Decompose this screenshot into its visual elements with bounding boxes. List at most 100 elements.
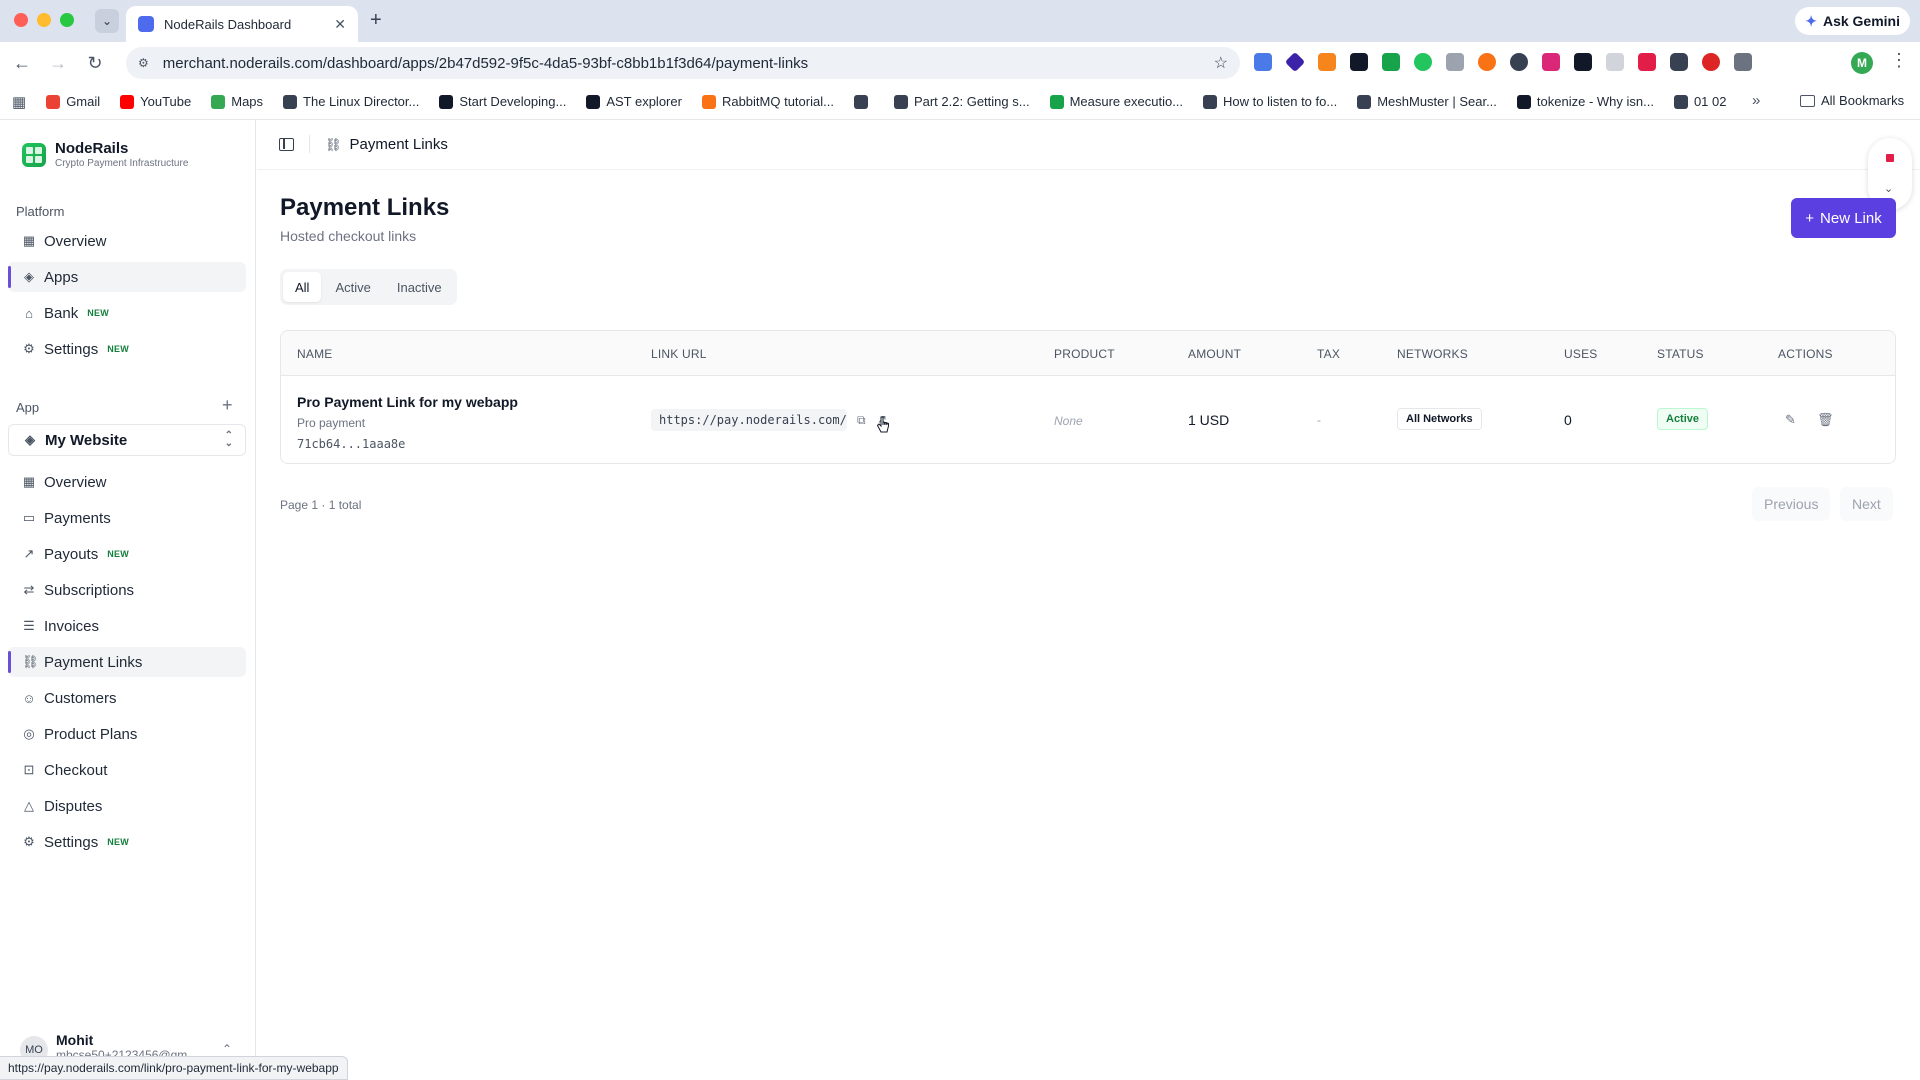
more-bookmarks-icon[interactable]: » — [1752, 92, 1760, 109]
tab-title: NodeRails Dashboard — [164, 16, 292, 32]
sidebar-app-item-subscriptions[interactable]: ⇄ Subscriptions — [8, 575, 246, 605]
reload-icon[interactable]: ↻ — [84, 52, 106, 74]
bookmark-item[interactable] — [853, 94, 874, 109]
bookmark-item[interactable]: AST explorer — [586, 94, 682, 109]
filter-tab-active[interactable]: Active — [323, 272, 382, 302]
bookmark-item[interactable]: Part 2.2: Getting s... — [893, 94, 1030, 109]
address-bar[interactable]: ⚙ merchant.noderails.com/dashboard/apps/… — [126, 47, 1240, 79]
window-close-button[interactable] — [14, 13, 28, 27]
chevron-down-icon: ⌄ — [101, 14, 113, 28]
sidebar-toggle-icon[interactable] — [279, 138, 294, 151]
window-maximize-button[interactable] — [60, 13, 74, 27]
extension-icon[interactable] — [1670, 53, 1688, 71]
table-row[interactable]: Pro Payment Link for my webapp Pro payme… — [281, 376, 1895, 463]
new-tab-button[interactable]: + — [370, 10, 382, 30]
all-bookmarks-button[interactable]: All Bookmarks — [1800, 93, 1904, 108]
extension-icon[interactable] — [1574, 53, 1592, 71]
nav-label: Payouts — [44, 545, 99, 563]
filter-tab-all[interactable]: All — [283, 272, 322, 302]
next-page-button[interactable]: Next — [1840, 487, 1893, 521]
bookmark-item[interactable]: RabbitMQ tutorial... — [701, 94, 834, 109]
sidebar-app-item-payment-links[interactable]: ⛓ Payment Links — [8, 647, 246, 677]
apps-grid-icon[interactable]: ▦ — [12, 93, 26, 111]
bookmark-item[interactable]: MeshMuster | Sear... — [1357, 94, 1497, 109]
address-url[interactable]: merchant.noderails.com/dashboard/apps/2b… — [163, 55, 1214, 72]
app-selector[interactable]: ◈ My Website ⌃ ⌄ — [8, 424, 246, 456]
previous-page-button[interactable]: Previous — [1752, 487, 1831, 521]
bookmark-star-icon[interactable]: ☆ — [1214, 53, 1228, 73]
forward-arrow-icon[interactable]: → — [47, 52, 69, 74]
window-minimize-button[interactable] — [37, 13, 51, 27]
bookmark-favicon-icon — [1203, 94, 1218, 109]
extension-icon[interactable] — [1478, 53, 1496, 71]
column-header-tax: TAX — [1317, 347, 1341, 361]
brand[interactable]: NodeRails Crypto Payment Infrastructure — [22, 140, 188, 169]
new-badge: NEW — [107, 837, 130, 847]
sidebar-item-apps[interactable]: ◈ Apps — [8, 262, 246, 292]
download-extension-icon[interactable] — [1382, 53, 1400, 71]
profile-avatar[interactable]: M — [1851, 52, 1873, 74]
filter-tab-inactive[interactable]: Inactive — [385, 272, 454, 302]
ask-gemini-button[interactable]: ✦ Ask Gemini — [1795, 7, 1910, 35]
chevron-down-icon[interactable]: ⌄ — [1884, 182, 1893, 195]
extension-icon[interactable] — [1414, 53, 1432, 71]
bookmark-item[interactable]: Measure executio... — [1049, 94, 1183, 109]
sidebar-item-settings[interactable]: ⚙ Settings NEW — [8, 334, 246, 364]
nav-label: Customers — [44, 689, 117, 707]
bookmark-item[interactable]: Start Developing... — [439, 94, 566, 109]
nav-label: Subscriptions — [44, 581, 135, 599]
bookmark-item[interactable]: How to listen to fo... — [1203, 94, 1337, 109]
sidebar-app-item-payouts[interactable]: ↗ Payouts NEW — [8, 539, 246, 569]
browser-tab[interactable]: NodeRails Dashboard ✕ — [126, 6, 358, 42]
sidebar-item-overview[interactable]: ▦ Overview — [8, 226, 246, 256]
chevron-up-icon[interactable]: ⌃ — [222, 1042, 232, 1056]
back-arrow-icon[interactable]: ← — [11, 52, 33, 74]
bookmark-item[interactable]: Maps — [211, 94, 263, 109]
sidebar-app-item-invoices[interactable]: ☰ Invoices — [8, 611, 246, 641]
extension-icon[interactable] — [1542, 53, 1560, 71]
stop-recording-icon[interactable] — [1886, 154, 1894, 162]
extension-icon[interactable] — [1510, 53, 1528, 71]
bookmark-item[interactable]: YouTube — [120, 94, 191, 109]
copy-icon[interactable]: ⧉ — [857, 413, 866, 428]
add-app-button[interactable]: + — [222, 395, 233, 416]
link-id: 71cb64...1aaa8e — [297, 437, 406, 451]
page-subtitle: Hosted checkout links — [280, 228, 417, 244]
sidebar-app-item-disputes[interactable]: △ Disputes — [8, 791, 246, 821]
tab-search-button[interactable]: ⌄ — [95, 9, 119, 33]
extension-icon[interactable] — [1254, 53, 1272, 71]
nav-label: Settings — [44, 340, 99, 358]
brand-name: NodeRails — [55, 140, 129, 157]
bookmark-favicon-icon — [120, 94, 135, 109]
bookmark-label: MeshMuster | Sear... — [1377, 94, 1497, 109]
metamask-extension-icon[interactable] — [1318, 53, 1336, 71]
bookmark-item[interactable]: tokenize - Why isn... — [1516, 94, 1654, 109]
sidebar-item-bank[interactable]: ⌂ Bank NEW — [8, 298, 246, 328]
bookmark-favicon-icon — [586, 94, 601, 109]
delete-trash-icon[interactable]: 🗑 — [1817, 412, 1834, 428]
edit-pencil-icon[interactable]: ✎ — [1785, 412, 1796, 428]
sidebar-app-item-settings[interactable]: ⚙ Settings NEW — [8, 827, 246, 857]
extensions-puzzle-icon[interactable] — [1734, 53, 1752, 71]
column-header-uses: USES — [1564, 347, 1598, 361]
sidebar-app-item-product-plans[interactable]: ◎ Product Plans — [8, 719, 246, 749]
extension-icon[interactable] — [1702, 53, 1720, 71]
link-name[interactable]: Pro Payment Link for my webapp — [297, 394, 518, 410]
browser-menu-icon[interactable]: ⋮ — [1890, 50, 1908, 71]
link-url[interactable]: https://pay.noderails.com/link/pro-payme… — [651, 409, 847, 431]
sidebar-app-item-payments[interactable]: ▭ Payments — [8, 503, 246, 533]
sidebar-app-item-customers[interactable]: ☺ Customers — [8, 683, 246, 713]
site-info-icon[interactable]: ⚙ — [138, 56, 149, 70]
extension-icon[interactable] — [1606, 53, 1624, 71]
extension-icon[interactable] — [1638, 53, 1656, 71]
sidebar-app-item-checkout[interactable]: ⊡ Checkout — [8, 755, 246, 785]
extension-icon[interactable] — [1284, 51, 1306, 73]
sidebar-app-item-overview[interactable]: ▦ Overview — [8, 467, 246, 497]
tab-close-icon[interactable]: ✕ — [334, 16, 346, 33]
bookmark-item[interactable]: The Linux Director... — [283, 94, 419, 109]
new-link-button[interactable]: + New Link — [1791, 198, 1896, 238]
bookmark-item[interactable]: 01 02 — [1673, 94, 1727, 109]
bookmark-item[interactable]: Gmail — [46, 94, 100, 109]
extension-icon[interactable] — [1446, 53, 1464, 71]
medium-extension-icon[interactable] — [1350, 53, 1368, 71]
